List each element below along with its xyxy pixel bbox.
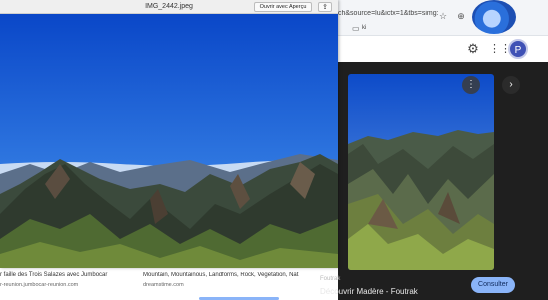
chevron-right-icon[interactable]: › <box>502 76 520 94</box>
result-site[interactable]: dreamstime.com <box>143 282 184 288</box>
image-title[interactable]: Découvrir Madère - Foutrak <box>320 287 418 296</box>
address-bar[interactable]: ch&source=lu&ictx=1&tbs=simg:C <box>338 10 438 24</box>
bookmark-icon[interactable]: ⊕ <box>455 10 467 22</box>
result-site[interactable]: r-reunion.jumbocar-reunion.com <box>0 282 78 288</box>
selected-image[interactable] <box>348 74 494 270</box>
thunderbird-app-icon[interactable] <box>472 0 516 34</box>
open-with-preview-button[interactable]: Ouvrir avec Aperçu <box>254 2 312 12</box>
result-title[interactable]: r faille des Trois Salazes avec Jumbocar <box>0 272 107 278</box>
image-source-label: Foutrak <box>320 276 341 282</box>
more-options-icon[interactable]: ⋮ <box>462 76 480 94</box>
gear-icon[interactable]: ⚙ <box>466 42 480 56</box>
bookmark-folder-label[interactable]: ki <box>362 25 366 31</box>
result-title[interactable]: Mountain, Mountainous, Landforms, Rock, … <box>143 272 299 278</box>
star-icon[interactable]: ☆ <box>437 10 449 22</box>
apps-grid-icon[interactable]: ⋮⋮ <box>489 42 511 56</box>
avatar[interactable]: P <box>508 39 528 59</box>
preview-image <box>0 14 338 268</box>
share-icon[interactable]: ⇪ <box>318 2 332 12</box>
visit-button[interactable]: Consulter <box>471 277 515 293</box>
